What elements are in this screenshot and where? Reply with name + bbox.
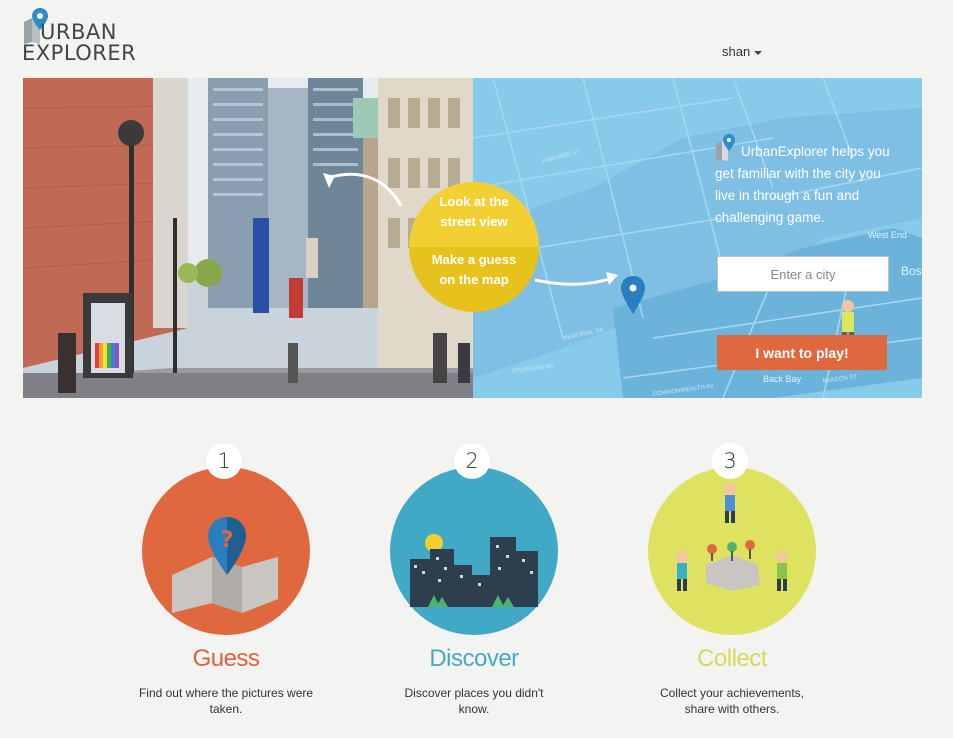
step-circle: ? [142,467,310,635]
step-number: 2 [454,443,490,479]
step-description: Find out where the pictures were taken. [138,686,314,716]
map-label: West End [868,230,907,240]
step-title: Collect [697,645,767,672]
bubble-step-street-view: Look at the street view [439,194,509,229]
hero-banner: HARVARD ST MEMORIAL DR STORROW DR COMMON… [23,78,922,398]
svg-text:?: ? [221,528,234,553]
map-question-icon: ? [172,517,278,613]
step-circle [648,467,816,635]
step-title: Discover [429,645,519,672]
people-collect-icon [676,483,788,591]
logo-mark-icon [716,134,735,161]
logo-line-1: URBAN [40,20,117,44]
city-skyline-icon [410,534,538,607]
step-description: Collect your achievements, share with ot… [659,686,805,716]
how-it-works-bubble: Look at the street view Make a guess on … [409,182,539,312]
hero-blurb: UrbanExplorer helps you get familiar wit… [715,134,900,229]
step-description: Discover places you didn't know. [404,686,544,716]
map-label: Bos [901,264,922,278]
logo[interactable]: URBAN EXPLORER [22,8,142,68]
chevron-down-icon [754,50,763,55]
hero-blurb-text: UrbanExplorer helps you get familiar wit… [715,144,890,225]
step-title: Guess [192,645,260,672]
map-label: Back Bay [763,374,802,384]
city-input[interactable] [717,256,889,292]
user-name: shan [722,44,751,59]
step-number: 1 [206,443,242,479]
step-circle [390,467,558,635]
bubble-step-guess: Make a guess on the map [431,252,517,287]
logo-text: URBAN EXPLORER [22,22,136,64]
logo-line-2: EXPLORER [22,41,137,65]
street-view-image [23,78,473,398]
user-menu[interactable]: shan [722,44,763,59]
play-button[interactable]: I want to play! [717,335,887,370]
step-number: 3 [712,443,748,479]
